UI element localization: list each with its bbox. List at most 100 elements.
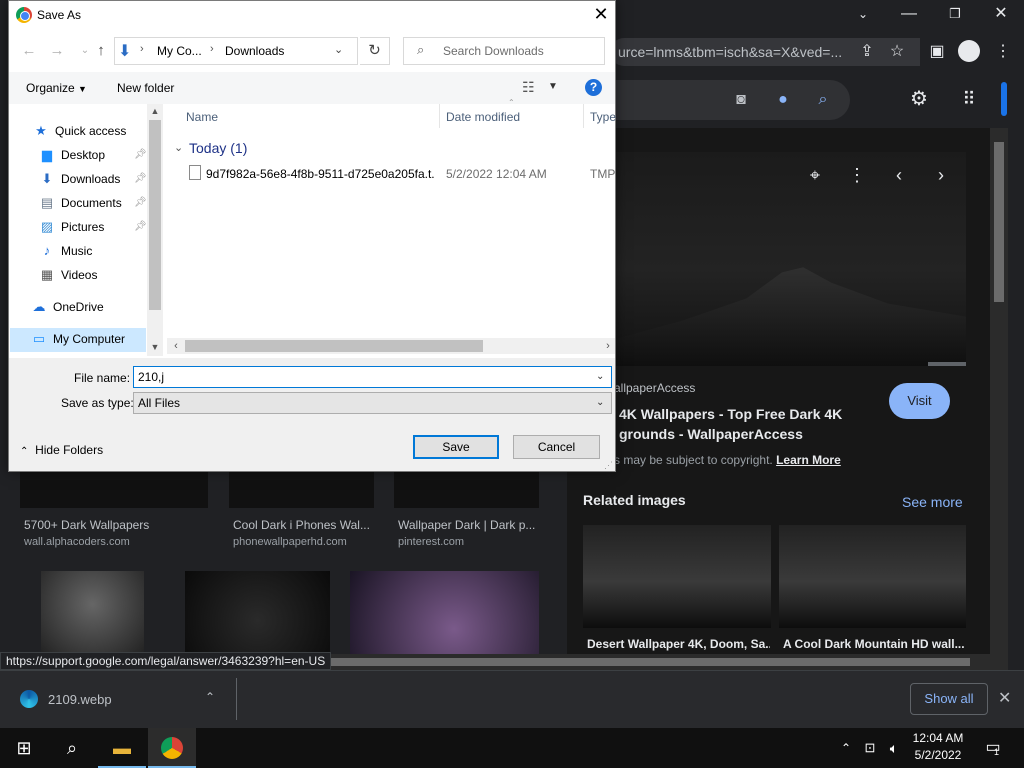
- nav-item-music[interactable]: ♪ Music: [38, 240, 156, 262]
- lens-search-icon[interactable]: ⌖: [802, 162, 828, 188]
- browser-menu-icon[interactable]: ⋮: [990, 40, 1016, 64]
- save-button[interactable]: Save: [413, 435, 499, 459]
- help-icon[interactable]: ?: [585, 79, 602, 96]
- close-icon[interactable]: ✕: [998, 688, 1011, 708]
- apps-grid-icon[interactable]: ⠿: [956, 87, 982, 111]
- column-header-date[interactable]: Date modified: [446, 110, 520, 124]
- result-image[interactable]: [185, 571, 330, 654]
- search-icon[interactable]: ⌕: [810, 88, 836, 112]
- breadcrumb-separator[interactable]: ›: [140, 43, 144, 55]
- pin-icon[interactable]: 📌︎: [134, 144, 147, 166]
- result-title[interactable]: Cool Dark i Phones Wal...: [233, 518, 370, 532]
- chrome-taskbar-item[interactable]: [148, 728, 196, 768]
- chevron-down-icon[interactable]: ⌄: [596, 397, 604, 408]
- window-close-icon[interactable]: ✕: [988, 2, 1014, 26]
- notification-icon[interactable]: ▭: [978, 728, 1008, 768]
- tab-search-icon[interactable]: ⌄: [850, 2, 876, 26]
- file-row-name[interactable]: 9d7f982a-56e8-4f8b-9511-d725e0a205fa.t..…: [206, 167, 434, 181]
- file-list-scrollbar[interactable]: [167, 338, 615, 354]
- scroll-up-arrow-icon[interactable]: ▲: [147, 106, 163, 116]
- column-divider[interactable]: [583, 104, 584, 128]
- windows-start-icon[interactable]: ⊞: [0, 728, 48, 768]
- settings-gear-icon[interactable]: ⚙: [906, 87, 932, 111]
- result-image[interactable]: [20, 472, 208, 508]
- close-icon[interactable]: ✕: [590, 4, 612, 25]
- visit-button[interactable]: Visit: [889, 383, 950, 419]
- resize-grip-icon[interactable]: ⋰: [604, 460, 613, 471]
- nav-scrollbar[interactable]: [147, 104, 163, 356]
- learn-more-link[interactable]: Learn More: [776, 453, 841, 467]
- column-header-type[interactable]: Type: [590, 110, 616, 124]
- up-arrow-icon[interactable]: ↑: [90, 40, 112, 62]
- preview-site-name[interactable]: allpaperAccess: [614, 381, 695, 395]
- microphone-icon[interactable]: ●: [770, 88, 796, 112]
- sign-in-button[interactable]: [1001, 82, 1007, 116]
- related-image[interactable]: [583, 525, 771, 628]
- bookmark-star-icon[interactable]: ☆: [884, 40, 910, 64]
- nav-item-pictures[interactable]: ▨ Pictures 📌︎: [38, 216, 156, 238]
- share-icon[interactable]: ⇪: [854, 40, 880, 64]
- refresh-button[interactable]: ↻: [360, 37, 390, 65]
- chevron-up-icon[interactable]: ⌃: [834, 728, 858, 768]
- chevron-down-icon[interactable]: ⌄: [334, 43, 343, 56]
- profile-avatar[interactable]: [958, 40, 980, 62]
- save-type-select[interactable]: All Files: [133, 392, 612, 414]
- taskbar-clock[interactable]: 12:04 AM 5/2/2022: [900, 730, 976, 764]
- breadcrumb-item[interactable]: My Co...: [157, 44, 202, 58]
- cancel-button[interactable]: Cancel: [513, 435, 600, 459]
- file-explorer-icon[interactable]: ▬: [98, 728, 146, 768]
- result-title[interactable]: 5700+ Dark Wallpapers: [24, 518, 149, 532]
- nav-item-downloads[interactable]: ⬇ Downloads 📌︎: [38, 168, 156, 190]
- scroll-left-arrow-icon[interactable]: ‹: [168, 340, 184, 352]
- side-panel-icon[interactable]: ▣: [924, 40, 950, 64]
- nav-item-quick-access[interactable]: ★ Quick access: [32, 120, 150, 142]
- network-icon[interactable]: ⊡: [858, 728, 882, 768]
- preview-title[interactable]: 4K Wallpapers - Top Free Dark 4K grounds…: [619, 404, 879, 444]
- nav-item-documents[interactable]: ▤ Documents 📌︎: [38, 192, 156, 214]
- previous-arrow-icon[interactable]: ‹: [886, 162, 912, 188]
- nav-item-onedrive[interactable]: ☁ OneDrive: [30, 296, 148, 318]
- nav-item-desktop[interactable]: ▆ Desktop 📌︎: [38, 144, 156, 166]
- show-all-button[interactable]: Show all: [910, 683, 988, 715]
- see-more-link[interactable]: See more: [902, 494, 963, 510]
- search-icon[interactable]: ⌕: [48, 728, 96, 768]
- breadcrumb-item[interactable]: Downloads: [225, 44, 284, 58]
- chevron-down-icon[interactable]: ⌄: [596, 371, 604, 382]
- camera-search-icon[interactable]: ◙: [728, 88, 754, 112]
- pin-icon[interactable]: 📌︎: [134, 168, 147, 190]
- column-header-name[interactable]: Name: [186, 110, 218, 124]
- pin-icon[interactable]: 📌︎: [134, 216, 147, 238]
- next-arrow-icon[interactable]: ›: [928, 162, 954, 188]
- result-image[interactable]: [394, 472, 539, 508]
- nav-item-videos[interactable]: ▦ Videos: [38, 264, 156, 286]
- forward-arrow-icon[interactable]: →: [46, 40, 68, 62]
- chevron-down-icon[interactable]: ⌄: [174, 141, 183, 154]
- minimize-icon[interactable]: —: [896, 2, 922, 26]
- back-arrow-icon[interactable]: ←: [18, 40, 40, 62]
- column-divider[interactable]: [439, 104, 440, 128]
- related-image-caption[interactable]: A Cool Dark Mountain HD wall...: [783, 637, 966, 651]
- organize-button[interactable]: Organize ▼: [26, 81, 87, 95]
- related-image[interactable]: [779, 525, 966, 628]
- result-image[interactable]: [350, 571, 539, 654]
- view-options-icon[interactable]: ☷: [522, 79, 535, 96]
- group-header[interactable]: Today (1): [189, 140, 247, 156]
- result-image[interactable]: [41, 571, 144, 654]
- related-image-caption[interactable]: Desert Wallpaper 4K, Doom, Sa...: [587, 637, 770, 651]
- new-folder-button[interactable]: New folder: [117, 81, 174, 95]
- preview-image[interactable]: [612, 152, 966, 366]
- nav-item-my-computer[interactable]: ▭ My Computer: [30, 328, 148, 350]
- breadcrumb-separator[interactable]: ›: [210, 43, 214, 55]
- page-scrollbar-vertical[interactable]: [990, 128, 1008, 654]
- chevron-down-icon[interactable]: ▼: [548, 81, 558, 92]
- pin-icon[interactable]: 📌︎: [134, 192, 147, 214]
- more-options-icon[interactable]: ⋮: [844, 162, 870, 188]
- file-name-field[interactable]: [133, 366, 612, 388]
- chevron-up-icon[interactable]: ⌃: [205, 690, 215, 704]
- result-image[interactable]: [229, 472, 374, 508]
- result-title[interactable]: Wallpaper Dark | Dark p...: [398, 518, 535, 532]
- restore-icon[interactable]: ❐: [942, 2, 968, 26]
- scroll-down-arrow-icon[interactable]: ▼: [147, 342, 163, 352]
- download-item-name[interactable]: 2109.webp: [48, 692, 112, 707]
- hide-folders-button[interactable]: ⌃ Hide Folders: [20, 443, 103, 457]
